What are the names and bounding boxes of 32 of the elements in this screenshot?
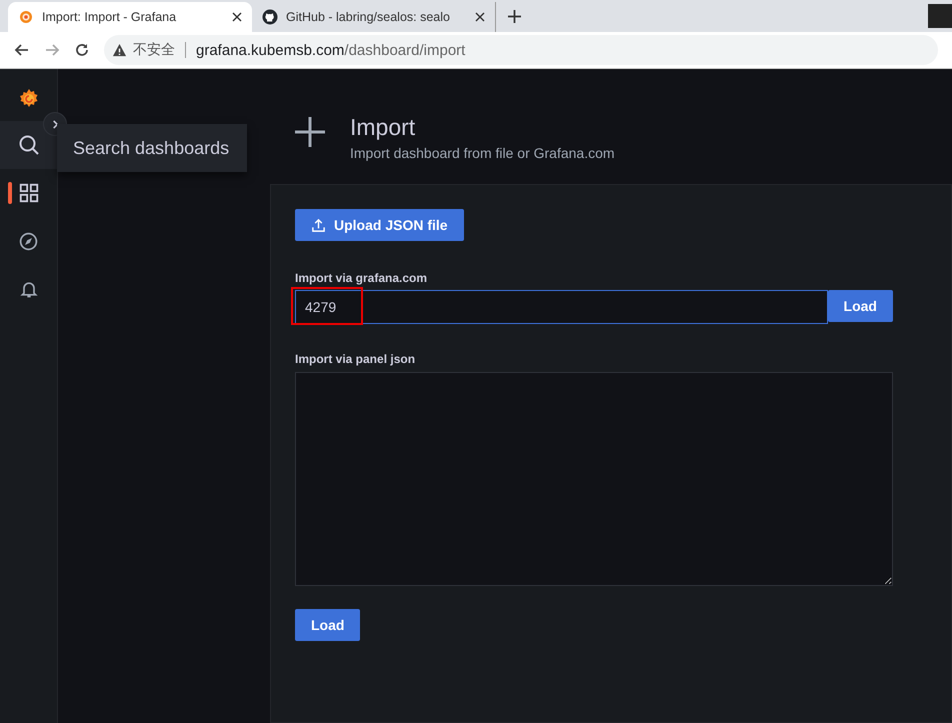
flame-logo-icon — [18, 9, 34, 25]
address-field[interactable]: 不安全 grafana.kubemsb.com/dashboard/import — [104, 35, 938, 65]
load-button[interactable]: Load — [295, 609, 360, 641]
page-subtitle: Import dashboard from file or Grafana.com — [350, 145, 615, 161]
page-title: Import — [350, 114, 416, 141]
plus-icon — [294, 116, 326, 148]
field-label: Import via panel json — [295, 352, 416, 366]
compass-icon — [18, 230, 39, 252]
search-icon — [16, 133, 40, 157]
reload-icon[interactable] — [74, 42, 90, 58]
close-icon[interactable] — [475, 12, 485, 22]
highlight-frame — [291, 287, 363, 325]
active-indicator — [8, 182, 12, 204]
tab-title: Import: Import - Grafana — [42, 10, 178, 24]
load-button[interactable]: Load — [828, 290, 893, 322]
upload-icon — [311, 218, 326, 232]
new-tab-icon[interactable] — [508, 10, 521, 23]
upload-button[interactable]: Upload JSON file — [295, 209, 464, 241]
input-value: 4279 — [305, 299, 336, 315]
url-text: grafana.kubemsb.com/dashboard/import — [196, 42, 466, 58]
close-icon[interactable] — [232, 12, 242, 22]
tooltip: Search dashboards — [57, 124, 247, 172]
warning-icon — [112, 42, 127, 58]
sidebar-item[interactable] — [0, 121, 57, 169]
browser-tab[interactable]: Import: Import - Grafana — [8, 2, 252, 32]
back-icon[interactable] — [14, 42, 30, 58]
field-label: Import via grafana.com — [295, 271, 428, 285]
security-label: 不安全 — [133, 41, 175, 59]
chevron-right-icon — [50, 120, 60, 128]
cat-logo-icon — [262, 9, 278, 25]
grid-icon — [18, 182, 40, 204]
tab-title: GitHub - labring/sealos: sealo — [286, 10, 451, 24]
